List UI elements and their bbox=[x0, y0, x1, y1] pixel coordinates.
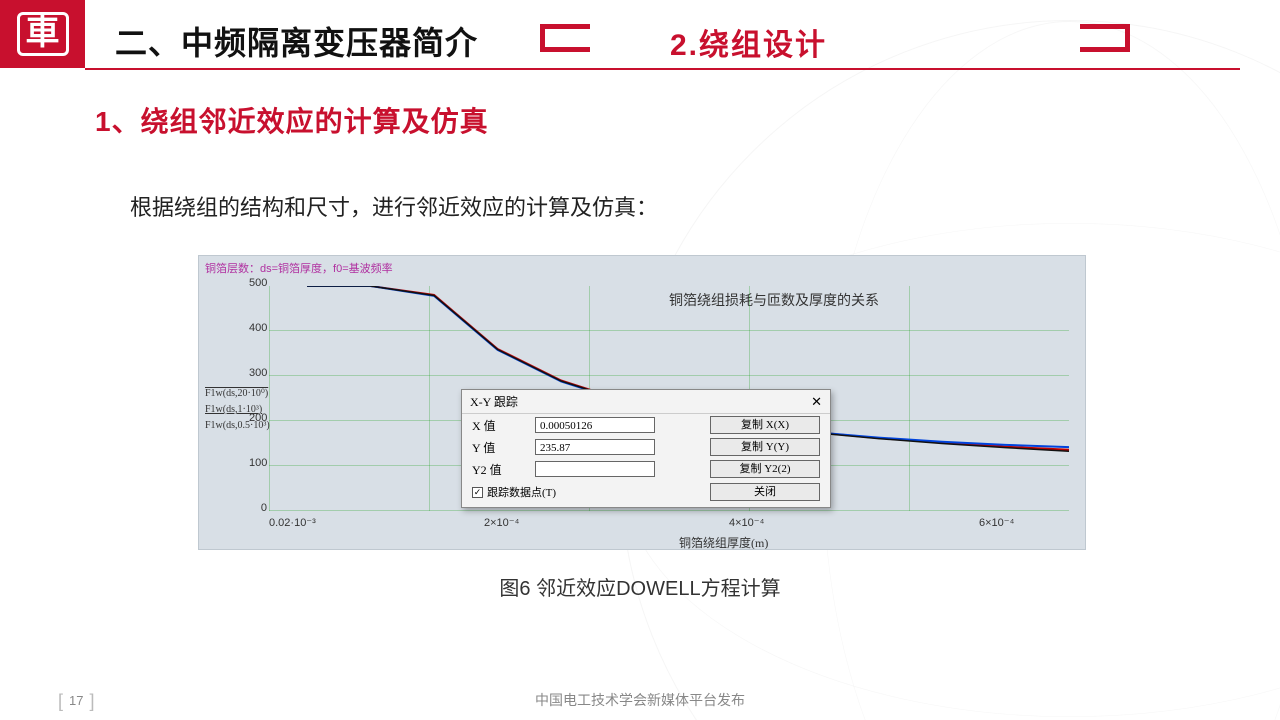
x-tick: 4×10⁻⁴ bbox=[729, 516, 764, 529]
y-value-field[interactable]: 235.87 bbox=[535, 439, 655, 455]
figure-top-note: 铜箔层数：ds=铜箔厚度，f0=基波频率 bbox=[205, 260, 393, 276]
x-value-field[interactable]: 0.00050126 bbox=[535, 417, 655, 433]
slide: 車 二、中频隔离变压器简介 2.绕组设计 1、绕组邻近效应的计算及仿真 根据绕组… bbox=[0, 0, 1280, 720]
row-label: Y2 值 bbox=[472, 461, 527, 478]
dialog-title: X-Y 跟踪 bbox=[470, 393, 518, 410]
logo-glyph: 車 bbox=[17, 12, 69, 55]
y-legend: F1w(ds,20·10⁰) F1w(ds,1·10³) F1w(ds,0.5·… bbox=[205, 386, 270, 434]
y2-value-field[interactable] bbox=[535, 461, 655, 477]
track-checkbox[interactable]: ✓ 跟踪数据点(T) bbox=[472, 484, 556, 500]
tracker-row-y2: Y2 值 复制 Y2(2) bbox=[462, 458, 830, 480]
close-button[interactable]: 关闭 bbox=[710, 483, 820, 501]
brand-logo: 車 bbox=[0, 0, 85, 68]
tracker-row-x: X 值 0.00050126 复制 X(X) bbox=[462, 414, 830, 436]
section-title: 1、绕组邻近效应的计算及仿真 bbox=[95, 100, 489, 140]
copy-x-button[interactable]: 复制 X(X) bbox=[710, 416, 820, 434]
x-axis-label: 铜箔绕组厚度(m) bbox=[679, 534, 768, 550]
x-tick: 0.02·10⁻³ bbox=[269, 516, 316, 529]
x-tick: 2×10⁻⁴ bbox=[484, 516, 519, 529]
dialog-footer: ✓ 跟踪数据点(T) 关闭 bbox=[462, 480, 830, 507]
tab-bracket-left bbox=[540, 24, 590, 52]
row-label: X 值 bbox=[472, 417, 527, 434]
checkbox-label: 跟踪数据点(T) bbox=[487, 484, 556, 500]
section-body: 根据绕组的结构和尺寸，进行邻近效应的计算及仿真： bbox=[130, 190, 658, 222]
tracker-row-y: Y 值 235.87 复制 Y(Y) bbox=[462, 436, 830, 458]
row-label: Y 值 bbox=[472, 439, 527, 456]
y-tick: 300 bbox=[249, 367, 267, 379]
y-tick: 500 bbox=[249, 277, 267, 289]
y-tick: 400 bbox=[249, 322, 267, 334]
footer-org: 中国电工技术学会新媒体平台发布 bbox=[0, 690, 1280, 710]
chapter-title: 二、中频隔离变压器简介 bbox=[115, 18, 478, 64]
tab-bracket-right bbox=[1080, 24, 1130, 52]
header: 車 二、中频隔离变压器简介 2.绕组设计 bbox=[0, 0, 1280, 70]
x-tick: 6×10⁻⁴ bbox=[979, 516, 1014, 529]
checkbox-icon: ✓ bbox=[472, 487, 483, 498]
xy-tracker-dialog[interactable]: X-Y 跟踪 ✕ X 值 0.00050126 复制 X(X) Y 值 235.… bbox=[461, 389, 831, 508]
tab-title: 2.绕组设计 bbox=[670, 20, 827, 64]
copy-y2-button[interactable]: 复制 Y2(2) bbox=[710, 460, 820, 478]
dialog-header[interactable]: X-Y 跟踪 ✕ bbox=[462, 390, 830, 414]
header-underline bbox=[85, 68, 1240, 70]
y-tick: 0 bbox=[249, 502, 267, 514]
figure-caption: 图6 邻近效应DOWELL方程计算 bbox=[0, 572, 1280, 601]
copy-y-button[interactable]: 复制 Y(Y) bbox=[710, 438, 820, 456]
y-tick: 100 bbox=[249, 457, 267, 469]
close-icon[interactable]: ✕ bbox=[811, 394, 822, 410]
figure-container: 铜箔层数：ds=铜箔厚度，f0=基波频率 铜箔绕组损耗与匝数及厚度的关系 0 1… bbox=[198, 255, 1086, 550]
